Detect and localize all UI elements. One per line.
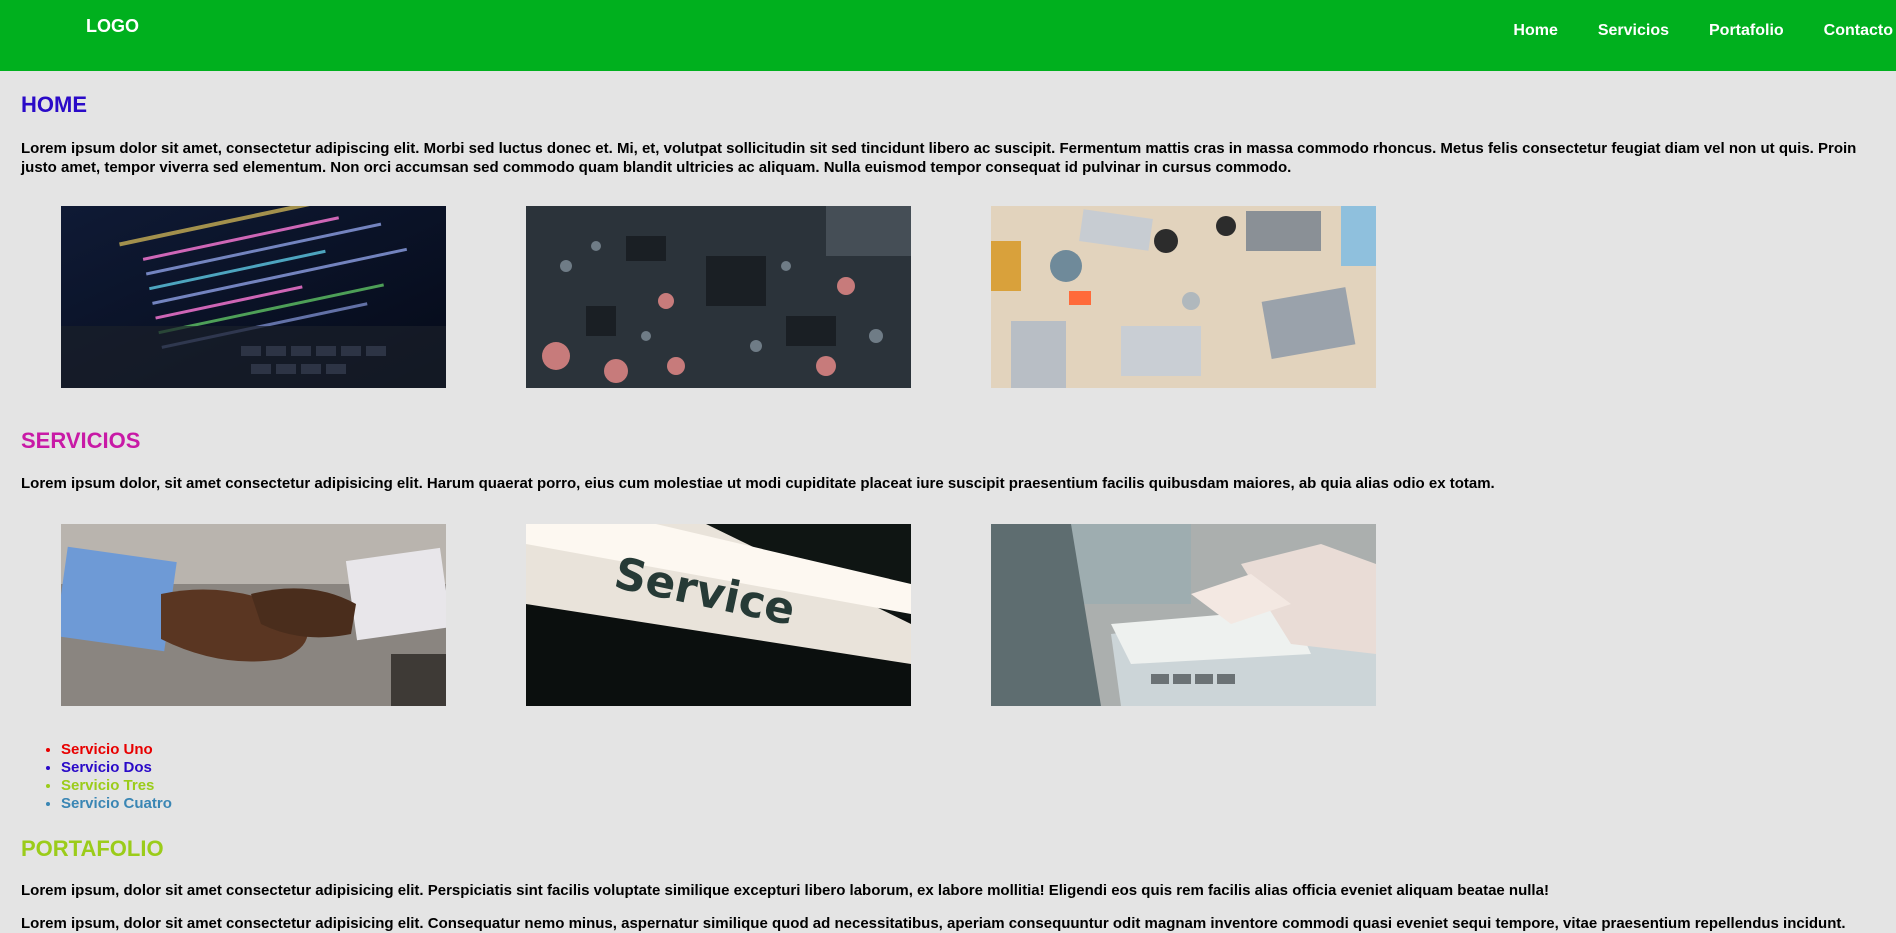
- nav-link-portafolio[interactable]: Portafolio: [1709, 22, 1784, 40]
- service-sign-image: Service: [526, 524, 911, 706]
- list-item-servicio-dos: Servicio Dos: [61, 759, 172, 777]
- list-item-servicio-cuatro: Servicio Cuatro: [61, 795, 172, 813]
- list-item-servicio-tres: Servicio Tres: [61, 777, 172, 795]
- services-list: Servicio Uno Servicio Dos Servicio Tres …: [21, 741, 172, 813]
- home-title: HOME: [21, 92, 87, 117]
- paperwork-laptop-image: [991, 524, 1376, 706]
- portafolio-title: PORTAFOLIO: [21, 836, 164, 861]
- servicios-paragraph: Lorem ipsum dolor, sit amet consectetur …: [21, 475, 1495, 492]
- portafolio-paragraph-1: Lorem ipsum, dolor sit amet consectetur …: [21, 882, 1549, 899]
- nav-link-servicios[interactable]: Servicios: [1598, 22, 1669, 40]
- main-nav: Home Servicios Portafolio Contacto: [1473, 22, 1893, 40]
- logo[interactable]: LOGO: [86, 16, 139, 37]
- list-item-servicio-uno: Servicio Uno: [61, 741, 172, 759]
- nav-link-contacto[interactable]: Contacto: [1824, 22, 1893, 40]
- handshake-image: [61, 524, 446, 706]
- nav-link-home[interactable]: Home: [1513, 22, 1557, 40]
- servicios-title: SERVICIOS: [21, 428, 141, 453]
- top-navbar: LOGO Home Servicios Portafolio Contacto: [0, 0, 1896, 71]
- circuit-board-image: [526, 206, 911, 388]
- portafolio-paragraph-2: Lorem ipsum, dolor sit amet consectetur …: [21, 915, 1846, 932]
- team-laptops-desk-image: [991, 206, 1376, 388]
- code-on-laptop-image: [61, 206, 446, 388]
- home-paragraph: Lorem ipsum dolor sit amet, consectetur …: [21, 140, 1857, 176]
